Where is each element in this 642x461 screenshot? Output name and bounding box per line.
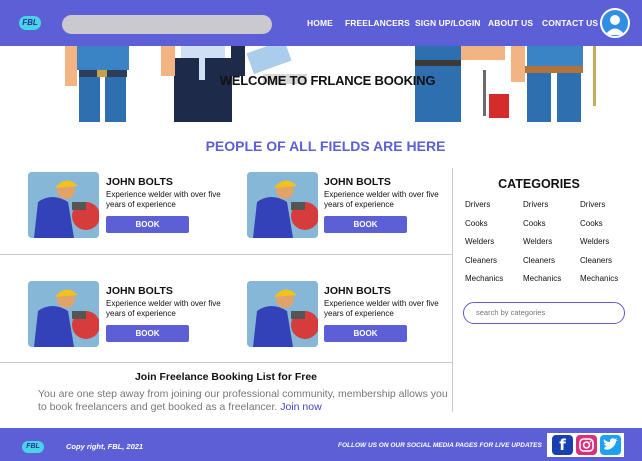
freelancer-name: JOHN BOLTS	[106, 176, 173, 188]
join-title: Join Freelance Booking List for Free	[134, 371, 318, 383]
join-description: You are one step away from joining our p…	[38, 388, 448, 413]
freelancer-photo	[247, 172, 318, 238]
section-title: PEOPLE OF ALL FIELDS ARE HERE	[205, 138, 446, 154]
join-now-link[interactable]: Join now	[280, 401, 321, 413]
hero-banner: WELCOME TO FRLANCE BOOKING	[49, 46, 606, 122]
category-cleaners[interactable]: Cleaners	[465, 256, 497, 265]
nav-home[interactable]: HOME	[307, 18, 333, 28]
instagram-icon[interactable]	[576, 435, 597, 455]
category-cleaners[interactable]: Cleaners	[523, 256, 555, 265]
category-mechanics[interactable]: Mechanics	[465, 274, 503, 283]
footer-logo[interactable]: FBL	[22, 441, 44, 453]
footer: FBL Copy right, FBL, 2021 FOLLOW US ON O…	[0, 428, 642, 461]
category-mechanics[interactable]: Mechanics	[580, 274, 618, 283]
category-welders[interactable]: Welders	[523, 237, 552, 246]
book-button[interactable]: BOOK	[324, 325, 407, 342]
follow-us-text: FOLLOW US ON OUR SOCIAL MEDIA PAGES FOR …	[338, 442, 542, 449]
category-cooks[interactable]: Cooks	[580, 219, 603, 228]
freelancer-name: JOHN BOLTS	[106, 285, 173, 297]
category-welders[interactable]: Welders	[465, 237, 494, 246]
nav-signup-login[interactable]: SIGN UP/LOGIN	[415, 18, 481, 28]
book-button[interactable]: BOOK	[106, 216, 189, 233]
freelancer-name: JOHN BOLTS	[324, 176, 391, 188]
nav-about-us[interactable]: ABOUT US	[488, 18, 533, 28]
freelancer-photo	[28, 172, 99, 238]
freelancer-description: Experience welder with over five years o…	[106, 299, 221, 318]
top-nav-bar: FBL HOME FREELANCERS SIGN UP/LOGIN ABOUT…	[0, 0, 642, 46]
social-links: f	[547, 433, 624, 457]
freelancer-description: Experience welder with over five years o…	[324, 190, 439, 209]
category-cooks[interactable]: Cooks	[465, 219, 488, 228]
hero-title: WELCOME TO FRLANCE BOOKING	[219, 73, 436, 88]
category-drivers[interactable]: Drivers	[523, 200, 548, 209]
logo[interactable]: FBL	[19, 16, 41, 30]
row-divider	[0, 362, 452, 363]
freelancer-photo	[28, 281, 99, 347]
categories-title: CATEGORIES	[498, 177, 580, 191]
freelancer-description: Experience welder with over five years o…	[324, 299, 439, 318]
freelancer-description: Experience welder with over five years o…	[106, 190, 221, 209]
category-mechanics[interactable]: Mechanics	[523, 274, 561, 283]
category-drivers[interactable]: Drivers	[465, 200, 490, 209]
nav-contact-us[interactable]: CONTACT US	[542, 18, 598, 28]
search-input[interactable]	[62, 15, 272, 34]
twitter-icon[interactable]	[600, 435, 621, 455]
freelancer-photo	[247, 281, 318, 347]
join-text: You are one step away from joining our p…	[38, 388, 450, 414]
category-welders[interactable]: Welders	[580, 237, 609, 246]
freelancer-name: JOHN BOLTS	[324, 285, 391, 297]
facebook-icon[interactable]: f	[552, 435, 573, 455]
category-cleaners[interactable]: Cleaners	[580, 256, 612, 265]
nav-freelancers[interactable]: FREELANCERS	[345, 18, 410, 28]
user-avatar-icon[interactable]	[600, 8, 630, 38]
book-button[interactable]: BOOK	[106, 325, 189, 342]
book-button[interactable]: BOOK	[324, 216, 407, 233]
category-search-input[interactable]: search by categories	[463, 302, 625, 324]
copyright-text: Copy right, FBL, 2021	[66, 442, 144, 451]
category-drivers[interactable]: Drivers	[580, 200, 605, 209]
vertical-divider	[452, 168, 453, 412]
row-divider	[0, 254, 452, 255]
category-cooks[interactable]: Cooks	[523, 219, 546, 228]
